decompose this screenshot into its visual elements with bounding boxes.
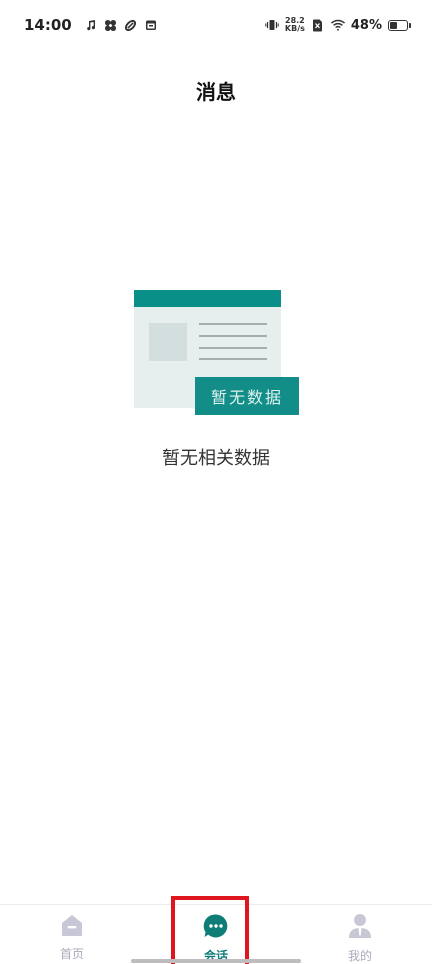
nav-item-me[interactable]: 我的 (320, 913, 400, 964)
battery-icon (388, 19, 411, 31)
battery-fill (390, 21, 397, 29)
status-bar-right: 28.2 KB/s 48% (265, 17, 411, 33)
wifi-icon (330, 18, 345, 32)
illustration-line (199, 347, 267, 349)
illustration-tag: 暂无数据 (195, 377, 299, 415)
home-icon (59, 913, 85, 941)
illustration-card-header (134, 290, 281, 307)
vibrate-icon (265, 18, 279, 32)
home-indicator[interactable] (131, 959, 301, 963)
page-title: 消息 (196, 80, 236, 104)
network-speed: 28.2 KB/s (285, 17, 305, 33)
battery-percent: 48% (350, 17, 382, 33)
no-sim-icon (311, 18, 325, 32)
illustration-line (199, 358, 267, 360)
empty-state-illustration: 暂无数据 (134, 290, 300, 416)
illustration-line (199, 335, 267, 337)
empty-state-message: 暂无相关数据 (162, 448, 270, 469)
link-icon (124, 18, 138, 32)
illustration-image-placeholder (149, 323, 187, 361)
status-time: 14:00 (24, 16, 72, 34)
nav-label-home: 首页 (59, 947, 84, 961)
calendar-icon (144, 18, 158, 32)
illustration-line (199, 323, 267, 325)
fan-icon (104, 18, 118, 32)
status-bar: 14:00 28.2 KB/s 48% (0, 0, 432, 50)
network-speed-unit: KB/s (284, 24, 305, 33)
music-note-icon (84, 18, 98, 32)
highlight-box (171, 896, 249, 964)
nav-label-me: 我的 (347, 949, 372, 963)
app-screen: 14:00 28.2 KB/s 48% 消息 暂无数据 暂无相关数据 首页 会话… (0, 0, 432, 964)
nav-item-home[interactable]: 首页 (32, 913, 112, 964)
person-icon (348, 913, 372, 943)
status-bar-left: 14:00 (24, 16, 158, 34)
